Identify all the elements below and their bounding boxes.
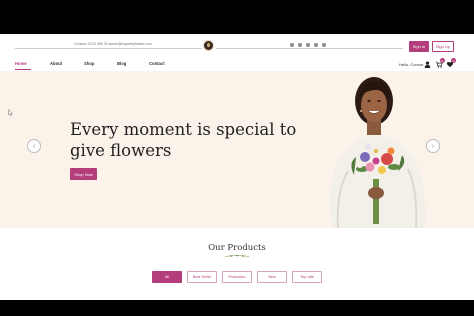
tab-best-seller[interactable]: Best Seller bbox=[187, 271, 217, 283]
user-icon[interactable] bbox=[424, 61, 431, 68]
top-bar: Contact: 0123 456 78 admin@myprettyflowe… bbox=[0, 34, 474, 56]
tab-top-rate[interactable]: Top rate bbox=[292, 271, 322, 283]
nav-item-home[interactable]: Home bbox=[15, 61, 27, 66]
pinterest-icon[interactable] bbox=[314, 43, 318, 47]
nav-item-shop[interactable]: Shop bbox=[84, 61, 94, 66]
leaf-ornament-icon bbox=[224, 254, 250, 257]
screen: Contact: 0123 456 78 admin@myprettyflowe… bbox=[0, 0, 474, 316]
divider bbox=[216, 48, 403, 49]
user-greeting: Hello, Connor bbox=[399, 62, 424, 67]
site-logo[interactable] bbox=[203, 40, 214, 51]
nav-item-blog[interactable]: Blog bbox=[117, 61, 126, 66]
section-title: Our Products bbox=[208, 243, 266, 253]
hero-title: Every moment is special to give flowers bbox=[70, 120, 297, 160]
sign-up-button[interactable]: Sign Up bbox=[432, 41, 454, 52]
social-links bbox=[290, 43, 326, 47]
contact-info: Contact: 0123 456 78 admin@myprettyflowe… bbox=[74, 42, 152, 46]
cart-count-badge: 0 bbox=[440, 58, 445, 63]
linkedin-icon[interactable] bbox=[306, 43, 310, 47]
x-icon[interactable] bbox=[298, 43, 302, 47]
main-nav: Home About Shop Blog Contact Hello, Conn… bbox=[0, 56, 474, 70]
nav-item-about[interactable]: About bbox=[50, 61, 62, 66]
hero-woman-with-bouquet-image bbox=[330, 77, 426, 228]
web-page: Contact: 0123 456 78 admin@myprettyflowe… bbox=[0, 34, 474, 300]
active-nav-indicator bbox=[15, 69, 31, 70]
tab-all[interactable]: All bbox=[152, 271, 182, 283]
carousel-prev-button[interactable]: ‹ bbox=[27, 139, 41, 153]
mouse-cursor-icon bbox=[8, 109, 13, 116]
facebook-icon[interactable] bbox=[290, 43, 294, 47]
product-filter-tabs: All Best Seller Promotion New Top rate bbox=[152, 271, 322, 283]
sign-in-button[interactable]: Sign In bbox=[409, 41, 429, 52]
shop-now-button[interactable]: Shop Now bbox=[70, 168, 97, 180]
wishlist-count-badge: 0 bbox=[451, 58, 456, 63]
nav-item-contact[interactable]: Contact bbox=[149, 61, 165, 66]
tab-promotion[interactable]: Promotion bbox=[222, 271, 252, 283]
tab-new[interactable]: New bbox=[257, 271, 287, 283]
chevron-left-icon: ‹ bbox=[32, 142, 36, 150]
divider bbox=[15, 48, 202, 49]
instagram-icon[interactable] bbox=[322, 43, 326, 47]
hero-banner: ‹ › Every moment is special to give flow… bbox=[0, 71, 474, 228]
